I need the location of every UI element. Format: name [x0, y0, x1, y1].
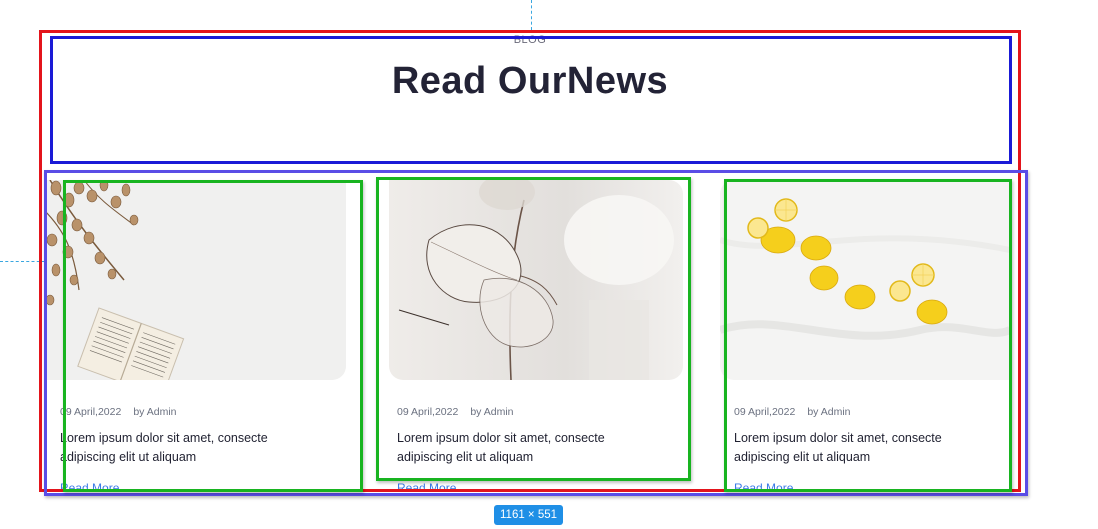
card-selection-outline[interactable] — [376, 177, 691, 481]
card-selection-outline[interactable] — [63, 180, 363, 492]
page-canvas: BLOG Read OurNews 09 April,2022 by Admin… — [0, 0, 1098, 529]
size-badge: 1161 × 551 — [494, 505, 564, 525]
card-selection-outline[interactable] — [724, 179, 1012, 492]
vertical-guide-line — [531, 0, 532, 30]
header-selection-outline[interactable] — [50, 36, 1012, 164]
